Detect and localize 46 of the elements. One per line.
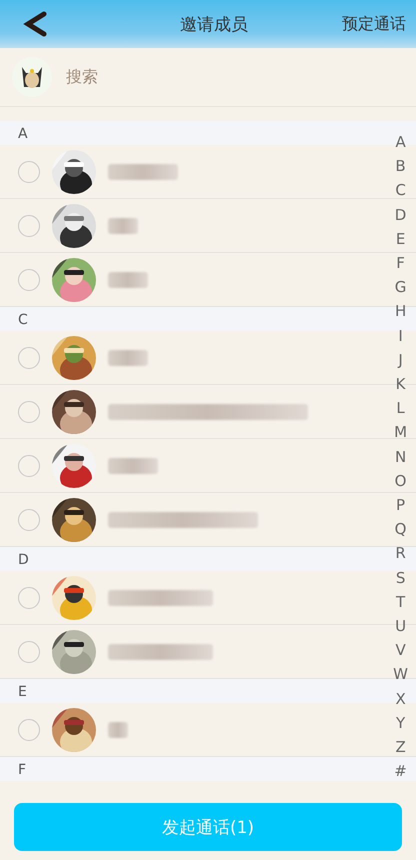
index-letter[interactable]: S	[396, 566, 406, 590]
index-letter[interactable]: L	[396, 396, 405, 420]
schedule-call-link[interactable]: 预定通话	[342, 14, 406, 34]
index-letter[interactable]: M	[394, 420, 408, 445]
page-title: 邀请成员	[180, 14, 248, 36]
select-checkbox[interactable]	[18, 214, 40, 236]
index-letter[interactable]: J	[398, 348, 403, 372]
index-letter[interactable]: D	[394, 202, 406, 227]
index-letter[interactable]: K	[396, 372, 406, 396]
redacted-name	[108, 218, 138, 234]
select-checkbox[interactable]	[18, 454, 40, 476]
index-letter[interactable]: E	[396, 226, 406, 252]
select-checkbox[interactable]	[18, 268, 40, 290]
index-letter[interactable]: G	[394, 275, 406, 300]
index-letter[interactable]: V	[395, 638, 406, 662]
redacted-name	[108, 458, 158, 474]
index-letter[interactable]: T	[396, 590, 406, 614]
index-letter[interactable]: Z	[395, 735, 406, 760]
index-letter[interactable]: U	[395, 614, 406, 638]
index-letter[interactable]: B	[395, 154, 406, 178]
select-checkbox[interactable]	[18, 400, 40, 422]
index-letter[interactable]: O	[394, 468, 406, 494]
select-checkbox[interactable]	[18, 586, 40, 608]
index-letter[interactable]: Y	[396, 710, 406, 736]
index-letter[interactable]: Q	[394, 517, 406, 542]
select-checkbox[interactable]	[18, 640, 40, 662]
index-letter[interactable]: W	[393, 662, 408, 687]
search-placeholder: 搜索	[66, 66, 98, 88]
select-checkbox[interactable]	[18, 508, 40, 530]
index-letter[interactable]: #	[394, 759, 407, 784]
index-letter[interactable]: P	[396, 493, 406, 518]
index-letter[interactable]: N	[394, 444, 406, 469]
index-letter[interactable]: X	[395, 686, 406, 711]
index-letter[interactable]: F	[396, 251, 405, 276]
index-letter[interactable]: H	[394, 299, 406, 324]
select-checkbox[interactable]	[18, 160, 40, 182]
redacted-name	[108, 350, 148, 366]
redacted-name	[108, 272, 148, 288]
redacted-name	[108, 722, 128, 738]
select-checkbox[interactable]	[18, 346, 40, 368]
redacted-name	[108, 164, 178, 180]
index-letter[interactable]: C	[395, 178, 406, 203]
index-letter[interactable]: R	[395, 541, 406, 566]
index-letter[interactable]: I	[398, 324, 403, 348]
index-letter[interactable]: A	[395, 130, 406, 154]
select-checkbox[interactable]	[18, 718, 40, 740]
